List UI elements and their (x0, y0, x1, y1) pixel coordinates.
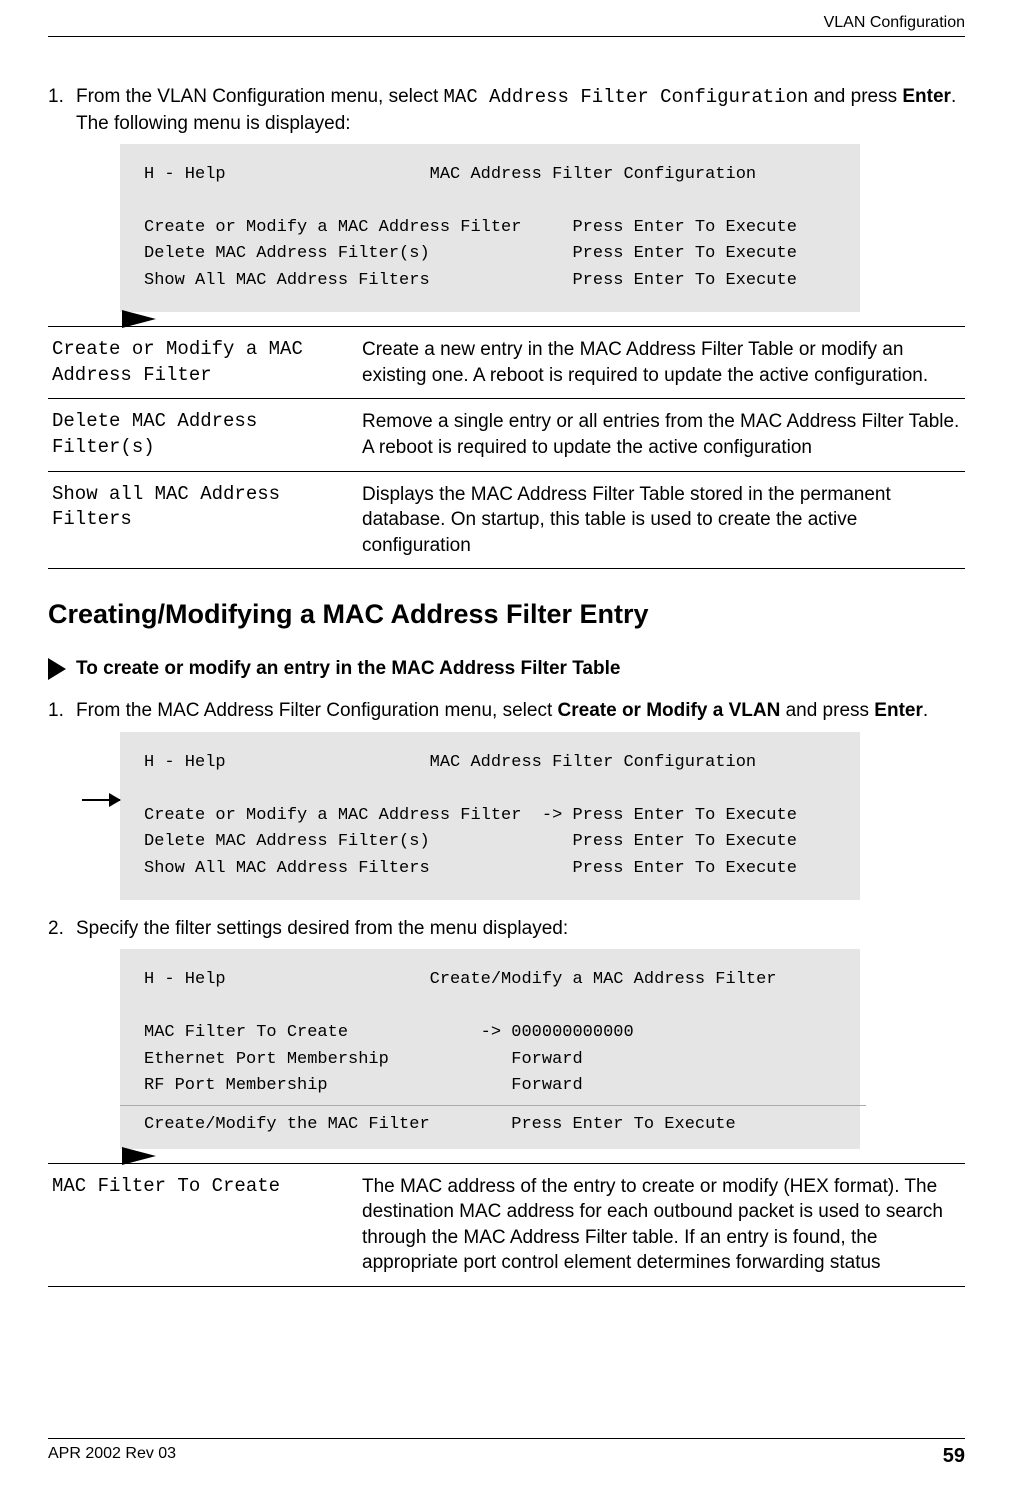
step-1-text: From the VLAN Configuration menu, select… (76, 84, 965, 136)
step-2-post: . (923, 700, 928, 721)
def-term: Show all MAC Address Filters (48, 482, 362, 559)
running-header: VLAN Configuration (824, 14, 965, 32)
def-term: Delete MAC Address Filter(s) (48, 409, 362, 460)
step-2-bold2: Enter (874, 700, 923, 721)
sub-rule (120, 1105, 866, 1106)
step-2-pre: From the MAC Address Filter Configuratio… (76, 700, 558, 721)
code-block-2: H - Help MAC Address Filter Configuratio… (120, 732, 860, 900)
section-heading: Creating/Modifying a MAC Address Filter … (48, 599, 965, 630)
table-row: Delete MAC Address Filter(s) Remove a si… (48, 399, 965, 471)
triangle-icon (122, 1147, 156, 1165)
definitions-table-1: Create or Modify a MAC Address Filter Cr… (48, 326, 965, 569)
step-3-text: Specify the filter settings desired from… (76, 916, 568, 942)
table-row: Create or Modify a MAC Address Filter Cr… (48, 327, 965, 399)
footer: APR 2002 Rev 03 59 (48, 1438, 965, 1468)
triangle-icon (48, 658, 66, 680)
step-1-code: MAC Address Filter Configuration (444, 86, 809, 108)
table-row: Show all MAC Address Filters Displays th… (48, 472, 965, 570)
def-desc: The MAC address of the entry to create o… (362, 1174, 965, 1277)
top-rule (48, 36, 965, 37)
step-1: 1. From the VLAN Configuration menu, sel… (48, 84, 965, 136)
step-2-bold1: Create or Modify a VLAN (558, 700, 781, 721)
table-row: MAC Filter To Create The MAC address of … (48, 1164, 965, 1288)
step-1-bold1: Enter (902, 86, 951, 107)
step-3: 2. Specify the filter settings desired f… (48, 916, 965, 942)
arrow-icon (82, 799, 120, 801)
step-2-text: From the MAC Address Filter Configuratio… (76, 698, 928, 724)
def-desc: Remove a single entry or all entries fro… (362, 409, 965, 460)
step-2-number: 1. (48, 698, 76, 724)
procedure-text: To create or modify an entry in the MAC … (76, 658, 620, 680)
def-desc: Create a new entry in the MAC Address Fi… (362, 337, 965, 388)
def-desc: Displays the MAC Address Filter Table st… (362, 482, 965, 559)
procedure-line: To create or modify an entry in the MAC … (48, 658, 965, 680)
code-block-1: H - Help MAC Address Filter Configuratio… (120, 144, 860, 312)
step-2: 1. From the MAC Address Filter Configura… (48, 698, 965, 724)
page-number: 59 (943, 1445, 965, 1468)
code2-a: H - Help MAC Address Filter Configuratio… (144, 753, 756, 772)
code2-b: Create or Modify a MAC Address Filter ->… (144, 803, 797, 829)
step-1-mid1: and press (808, 86, 902, 107)
step-1-number: 1. (48, 84, 76, 136)
code3-b: Create/Modify the MAC Filter Press Enter… (144, 1115, 736, 1134)
definitions-table-2: MAC Filter To Create The MAC address of … (48, 1163, 965, 1288)
def-term: Create or Modify a MAC Address Filter (48, 337, 362, 388)
step-2-mid: and press (780, 700, 874, 721)
code2-c: Delete MAC Address Filter(s) Press Enter… (144, 832, 797, 877)
code-block-3: H - Help Create/Modify a MAC Address Fil… (120, 949, 860, 1148)
def-term: MAC Filter To Create (48, 1174, 362, 1277)
step-1-pre: From the VLAN Configuration menu, select (76, 86, 444, 107)
step-3-number: 2. (48, 916, 76, 942)
footer-left: APR 2002 Rev 03 (48, 1445, 176, 1468)
code3-a: H - Help Create/Modify a MAC Address Fil… (144, 970, 777, 1094)
triangle-icon (122, 310, 156, 328)
